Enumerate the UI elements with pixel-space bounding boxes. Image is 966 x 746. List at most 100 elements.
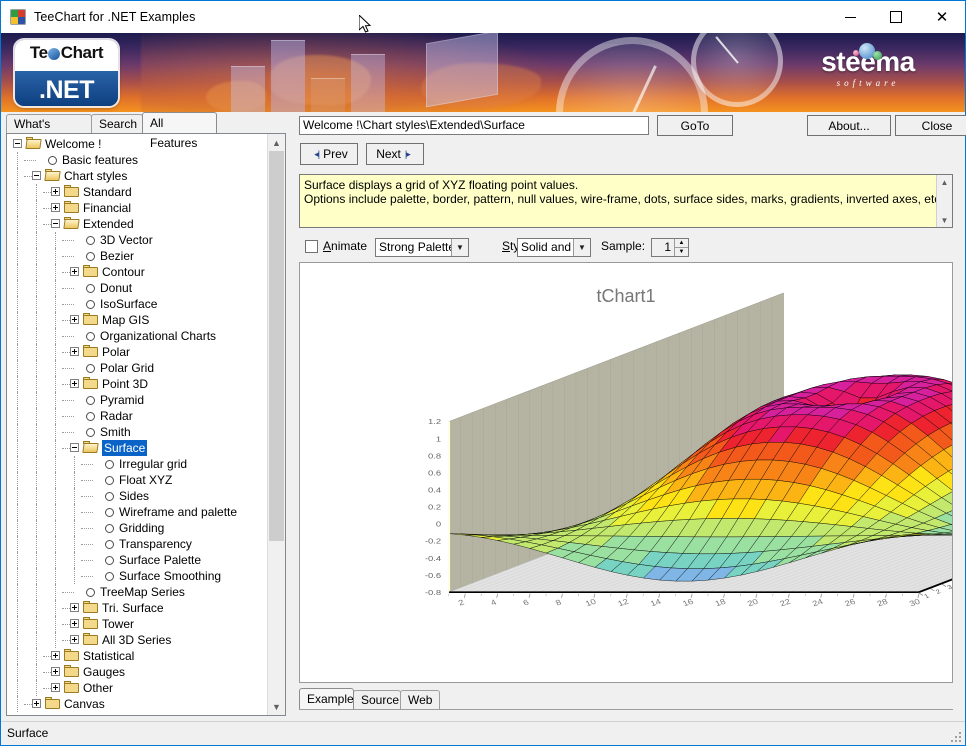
desc-scroll-up-icon[interactable]: ▲ [937,175,952,189]
tree-item-isosurface[interactable]: IsoSurface [7,296,268,312]
expand-icon[interactable] [70,603,79,612]
tree-item-surface[interactable]: Surface [7,440,268,456]
tree-item-wireframe-and-palette[interactable]: Wireframe and palette [7,504,268,520]
tree-item-float-xyz[interactable]: Float XYZ [7,472,268,488]
tree-item-polar-grid[interactable]: Polar Grid [7,360,268,376]
tab-what-s-new[interactable]: What's New? [6,114,92,149]
palette-select[interactable]: Strong Palette ▼ [375,238,469,257]
tree-scrollbar[interactable]: ▲ ▼ [267,134,285,715]
tree-item-sides[interactable]: Sides [7,488,268,504]
status-text: Surface [7,726,49,740]
desc-scroll-down-icon[interactable]: ▼ [937,213,952,227]
stepper-down-icon[interactable]: ▼ [674,248,688,256]
tree-item-donut[interactable]: Donut [7,280,268,296]
tree-item-treemap-series[interactable]: TreeMap Series [7,584,268,600]
tree-item-surface-palette[interactable]: Surface Palette [7,552,268,568]
tree-item-label: Float XYZ [119,473,173,487]
tree-item-pyramid[interactable]: Pyramid [7,392,268,408]
path-input[interactable]: Welcome !\Chart styles\Extended\Surface [299,116,649,135]
tree-item-smith[interactable]: Smith [7,424,268,440]
y-axis-tick-label: 1.2 [428,417,441,426]
collapse-icon[interactable] [32,171,41,180]
tab-label: Search [99,117,138,131]
tab-search[interactable]: Search [91,114,143,133]
minimize-button[interactable] [827,1,873,33]
tree-guide-line [55,600,56,616]
feature-tree[interactable]: Welcome ! Basic features Chart styles Stand… [7,136,268,715]
title-bar: TeeChart for .NET Examples ✕ [1,1,965,33]
tree-item-label: Tri. Surface [102,601,164,615]
expand-icon[interactable] [51,667,60,676]
expand-icon[interactable] [51,683,60,692]
style-select[interactable]: Solid and ( ▼ [517,238,591,257]
close-window-button[interactable]: ✕ [919,1,965,33]
expand-icon[interactable] [32,699,41,708]
tree-item-basic-features[interactable]: Basic features [7,152,268,168]
tree-item-chart-styles[interactable]: Chart styles [7,168,268,184]
tree-item-label: Sides [119,489,150,503]
view-tab-example[interactable]: Example [299,688,354,709]
chevron-down-icon[interactable]: ▼ [573,239,590,256]
tree-item-gauges[interactable]: Gauges [7,664,268,680]
expand-icon[interactable] [70,635,79,644]
stepper-up-icon[interactable]: ▲ [674,239,688,248]
scroll-up-icon[interactable]: ▲ [268,134,285,151]
tree-item-bezier[interactable]: Bezier [7,248,268,264]
tree-item-other[interactable]: Other [7,680,268,696]
expand-icon[interactable] [70,315,79,324]
expand-icon[interactable] [70,379,79,388]
expand-icon[interactable] [51,203,60,212]
tree-item-tower[interactable]: Tower [7,616,268,632]
goto-button[interactable]: GoTo [657,115,733,136]
tree-guide-line [36,536,37,552]
expand-icon[interactable] [70,619,79,628]
tree-item-tri-surface[interactable]: Tri. Surface [7,600,268,616]
tree-item-organizational-charts[interactable]: Organizational Charts [7,328,268,344]
tree-item-transparency[interactable]: Transparency [7,536,268,552]
resize-grip-icon[interactable] [950,731,962,743]
collapse-icon[interactable] [70,443,79,452]
tree-guide-line [36,312,37,328]
tree-item-welcome[interactable]: Welcome ! [7,136,268,152]
tree-item-financial[interactable]: Financial [7,200,268,216]
tree-item-radar[interactable]: Radar [7,408,268,424]
tree-guide-line [74,536,75,552]
view-tab-source[interactable]: Source [353,690,401,709]
tab-all-features[interactable]: All Features [142,112,217,150]
tree-item-extended[interactable]: Extended [7,216,268,232]
expand-icon[interactable] [70,267,79,276]
chevron-down-icon[interactable]: ▼ [451,239,468,256]
expand-icon[interactable] [70,347,79,356]
close-button[interactable]: Close [895,115,966,136]
tree-guide-line [17,696,18,712]
tree-item-gridding[interactable]: Gridding [7,520,268,536]
view-tab-web[interactable]: Web [400,690,440,709]
sample-value[interactable]: 1 [652,239,674,256]
tree-item-map-gis[interactable]: Map GIS [7,312,268,328]
tree-item-3d-vector[interactable]: 3D Vector [7,232,268,248]
animate-checkbox[interactable] [305,240,318,253]
chart-canvas[interactable]: tChart1 1.2 1 0.8 0.6 0.4 0.2 0 -0.2 -0.4 -0.6 -0.… [299,262,953,683]
expand-icon[interactable] [51,651,60,660]
tree-item-irregular-grid[interactable]: Irregular grid [7,456,268,472]
scrollbar-thumb[interactable] [269,151,284,541]
tree-item-all-3d-series[interactable]: All 3D Series [7,632,268,648]
tree-item-point-3d[interactable]: Point 3D [7,376,268,392]
collapse-icon[interactable] [51,219,60,228]
tree-item-polar[interactable]: Polar [7,344,268,360]
tree-item-surface-smoothing[interactable]: Surface Smoothing [7,568,268,584]
tree-item-statistical[interactable]: Statistical [7,648,268,664]
scroll-down-icon[interactable]: ▼ [268,698,285,715]
collapse-icon[interactable] [13,139,22,148]
about-button[interactable]: About... [807,115,891,136]
tree-item-standard[interactable]: Standard [7,184,268,200]
next-button[interactable]: Next |▸ [366,143,424,165]
tree-item-contour[interactable]: Contour [7,264,268,280]
maximize-button[interactable] [873,1,919,33]
tree-item-canvas[interactable]: Canvas [7,696,268,712]
description-scrollbar[interactable]: ▲ ▼ [936,175,952,227]
prev-button[interactable]: ◂| Prev [300,143,358,165]
tree-guide-line [36,264,37,280]
expand-icon[interactable] [51,187,60,196]
sample-stepper[interactable]: 1 ▲ ▼ [651,238,689,257]
